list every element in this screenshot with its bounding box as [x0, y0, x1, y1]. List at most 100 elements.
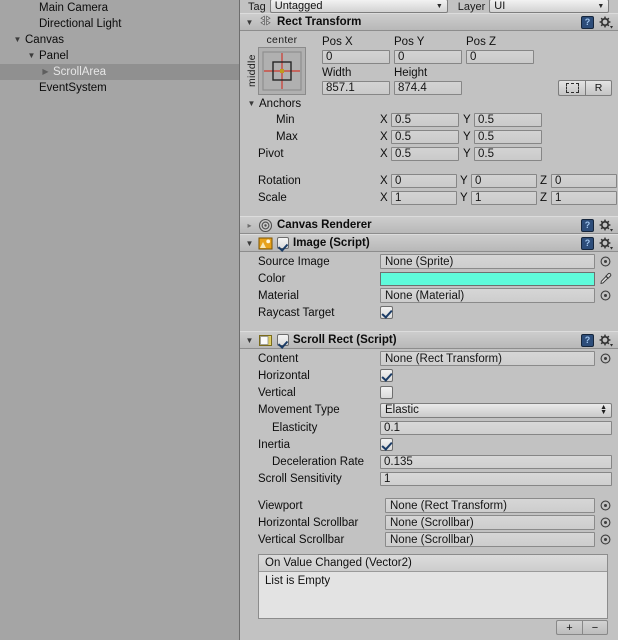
deceleration-rate-input[interactable]: 0.135: [380, 454, 612, 469]
raycast-target-checkbox[interactable]: [380, 306, 393, 319]
help-icon[interactable]: ?: [581, 15, 594, 29]
scale-y-input[interactable]: 1: [471, 190, 537, 205]
hierarchy-item-main-camera[interactable]: Main Camera: [0, 0, 239, 16]
foldout-triangle-icon[interactable]: ▸: [244, 221, 255, 230]
vertical-checkbox[interactable]: [380, 386, 393, 399]
canvas-renderer-header[interactable]: ▸ Canvas Renderer ?: [240, 216, 618, 234]
add-event-button[interactable]: +: [556, 620, 582, 635]
horizontal-scrollbar-object-field[interactable]: None (Scrollbar): [385, 515, 595, 530]
pivot-y-input[interactable]: 0.5: [474, 146, 542, 161]
rotation-row: Rotation X 0 Y 0 Z 0: [240, 172, 618, 189]
scroll-rect-body: Content None (Rect Transform) Horizontal…: [240, 349, 618, 638]
foldout-triangle-icon[interactable]: ▼: [244, 239, 255, 248]
elasticity-input[interactable]: 0.1: [380, 420, 612, 435]
viewport-row: Viewport None (Rect Transform): [240, 497, 618, 514]
vertical-scrollbar-object-field[interactable]: None (Scrollbar): [385, 532, 595, 547]
movement-type-dropdown[interactable]: Elastic ▲ ▼: [380, 402, 612, 418]
hierarchy-item-directional-light[interactable]: Directional Light: [0, 16, 239, 32]
object-picker-icon[interactable]: [599, 516, 612, 529]
blueprint-mode-button[interactable]: [558, 79, 585, 96]
hierarchy-item-canvas[interactable]: ▼ Canvas: [0, 32, 239, 48]
rotation-y-input[interactable]: 0: [471, 173, 537, 188]
viewport-object-field[interactable]: None (Rect Transform): [385, 498, 595, 513]
material-object-field[interactable]: None (Material): [380, 288, 595, 303]
anchor-min-x-input[interactable]: 0.5: [391, 112, 459, 127]
object-picker-icon[interactable]: [599, 289, 612, 302]
horizontal-label: Horizontal: [258, 369, 310, 382]
color-label: Color: [258, 272, 286, 285]
anchors-foldout[interactable]: ▼ Anchors: [240, 96, 618, 111]
gear-icon[interactable]: [599, 16, 613, 29]
raycast-target-label: Raycast Target: [258, 306, 335, 319]
scale-z-input[interactable]: 1: [551, 190, 617, 205]
source-image-label: Source Image: [258, 255, 330, 268]
scale-x-input[interactable]: 1: [391, 190, 457, 205]
pos-x-input[interactable]: 0: [322, 49, 390, 64]
inspector-panel: Tag Untagged ▼ Layer UI ▼ ▼ Rect Transfo…: [240, 0, 618, 640]
rotation-label: Rotation: [258, 174, 301, 187]
axis-y-label: Y: [463, 147, 471, 160]
help-icon[interactable]: ?: [581, 333, 594, 347]
width-input[interactable]: 857.1: [322, 80, 390, 95]
content-object-field[interactable]: None (Rect Transform): [380, 351, 595, 366]
height-input[interactable]: 874.4: [394, 80, 462, 95]
raw-edit-mode-button[interactable]: R: [585, 79, 612, 96]
event-list-empty-message: List is Empty: [259, 572, 607, 618]
scroll-rect-header[interactable]: ▼ Scroll Rect (Script) ?: [240, 331, 618, 349]
layer-dropdown[interactable]: UI ▼: [489, 0, 610, 13]
raycast-target-row: Raycast Target: [240, 304, 618, 321]
color-swatch-field[interactable]: [380, 271, 595, 286]
gear-icon[interactable]: [599, 334, 613, 347]
image-component-icon: [258, 236, 273, 251]
anchor-max-x-input[interactable]: 0.5: [391, 129, 459, 144]
hierarchy-item-eventsystem[interactable]: EventSystem: [0, 80, 239, 96]
horizontal-checkbox[interactable]: [380, 369, 393, 382]
pivot-x-input[interactable]: 0.5: [391, 146, 459, 161]
disclosure-triangle-right-icon[interactable]: ▶: [40, 64, 51, 80]
hierarchy-item-panel[interactable]: ▼ Panel: [0, 48, 239, 64]
foldout-triangle-icon[interactable]: ▼: [244, 336, 255, 345]
anchor-preset-diagram[interactable]: [258, 47, 306, 95]
help-icon[interactable]: ?: [581, 236, 594, 250]
object-picker-icon[interactable]: [599, 352, 612, 365]
scale-row: Scale X 1 Y 1 Z 1: [240, 189, 618, 206]
layer-dropdown-value: UI: [494, 0, 506, 12]
axis-x-label: X: [380, 174, 388, 187]
vertical-label: Vertical: [258, 386, 296, 399]
content-label: Content: [258, 352, 299, 365]
anchor-preset-widget[interactable]: center middle: [246, 34, 318, 96]
scroll-rect-enabled-checkbox[interactable]: [277, 334, 289, 346]
inertia-checkbox[interactable]: [380, 438, 393, 451]
pos-y-header: Pos Y: [394, 36, 425, 48]
image-component-header[interactable]: ▼ Image (Script) ?: [240, 234, 618, 252]
rotation-z-input[interactable]: 0: [551, 173, 617, 188]
help-icon[interactable]: ?: [581, 218, 594, 232]
image-enabled-checkbox[interactable]: [277, 237, 289, 249]
object-picker-icon[interactable]: [599, 499, 612, 512]
eyedropper-icon[interactable]: [598, 272, 612, 286]
deceleration-rate-label: Deceleration Rate: [272, 455, 365, 468]
rotation-x-input[interactable]: 0: [391, 173, 457, 188]
scroll-sensitivity-input[interactable]: 1: [380, 471, 612, 486]
remove-event-button[interactable]: −: [582, 620, 608, 635]
pos-z-input[interactable]: 0: [466, 49, 534, 64]
anchor-preset-vertical-label: middle: [246, 54, 258, 88]
tag-dropdown[interactable]: Untagged ▼: [269, 0, 448, 13]
hierarchy-item-scrollarea[interactable]: ▶ ScrollArea: [0, 64, 239, 80]
disclosure-triangle-down-icon[interactable]: ▼: [26, 48, 37, 64]
source-image-object-field[interactable]: None (Sprite): [380, 254, 595, 269]
anchor-max-y-input[interactable]: 0.5: [474, 129, 542, 144]
object-picker-icon[interactable]: [599, 533, 612, 546]
object-picker-icon[interactable]: [599, 255, 612, 268]
pos-y-input[interactable]: 0: [394, 49, 462, 64]
anchor-min-y-input[interactable]: 0.5: [474, 112, 542, 127]
rect-transform-header[interactable]: ▼ Rect Transform ?: [240, 13, 618, 31]
color-row: Color: [240, 270, 618, 287]
gear-icon[interactable]: [599, 237, 613, 250]
inertia-row: Inertia: [240, 436, 618, 453]
gear-icon[interactable]: [599, 219, 613, 232]
horizontal-row: Horizontal: [240, 367, 618, 384]
disclosure-triangle-down-icon[interactable]: ▼: [12, 32, 23, 48]
foldout-triangle-icon[interactable]: ▼: [244, 18, 255, 27]
foldout-triangle-icon[interactable]: ▼: [246, 99, 257, 108]
